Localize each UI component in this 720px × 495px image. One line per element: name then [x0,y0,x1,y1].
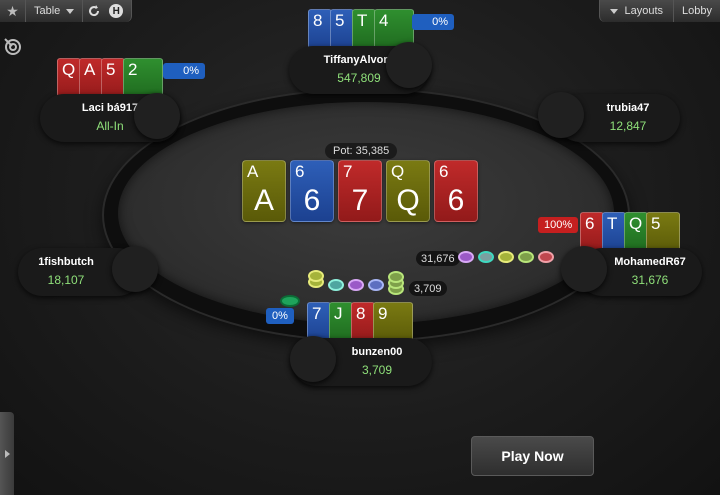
card-rank: 6 [295,162,305,181]
chip [478,251,494,263]
equity-badge: 0% [163,63,205,79]
board-card: Q Q [386,160,430,222]
card-rank-large: A [253,184,274,217]
card-rank: 4 [379,11,389,30]
hole-card: 5 [330,9,354,51]
pot-display: Pot: 35,385 [325,143,398,159]
card-rank: T [607,214,618,233]
lobby-button[interactable]: Lobby [674,5,720,17]
target-icon[interactable] [4,38,22,56]
dealer-button [280,295,300,307]
chip [328,279,344,291]
bet-amount: 3,709 [409,281,447,296]
chevron-down-icon [610,8,619,14]
play-now-button[interactable]: Play Now [471,436,594,476]
card-rank: 2 [128,60,138,79]
card-rank: A [84,60,96,79]
equity-badge: 0% [266,308,294,324]
chip [518,251,534,263]
chevron-right-icon [4,449,10,458]
side-panel-toggle[interactable] [0,412,14,495]
card-rank: 6 [585,214,595,233]
layout-toolbar: Layouts Lobby [599,0,720,22]
board-card: 6 6 [290,160,334,222]
chip [538,251,554,263]
card-rank: J [334,304,343,323]
hole-card: T [352,9,376,51]
hole-card: 8 [308,9,332,51]
board-card: 6 6 [434,160,478,222]
avatar [112,246,158,292]
card-rank: 5 [335,11,345,30]
table-menu-label: Table [34,5,61,17]
avatar [290,336,336,382]
star-icon[interactable]: ★ [0,0,26,22]
chevron-down-icon [66,8,75,14]
chip [498,251,514,263]
card-rank: 7 [312,304,322,323]
card-rank: 5 [106,60,116,79]
bet-amount: 31,676 [416,251,460,266]
layouts-label: Layouts [624,5,664,17]
chip [308,270,324,282]
table-toolbar: ★ Table H [0,0,132,22]
chip [348,279,364,291]
chip [368,279,384,291]
pot-value: 35,385 [355,145,390,157]
help-icon-letter: H [109,4,124,18]
card-rank: 6 [439,162,449,181]
board-card: A A [242,160,286,222]
layouts-menu-button[interactable]: Layouts [600,0,675,22]
refresh-icon[interactable] [83,0,105,22]
board-card: 7 7 [338,160,382,222]
card-rank-large: 7 [351,184,369,217]
avatar [538,92,584,138]
pot-label: Pot: [333,145,353,157]
card-rank-large: Q [396,184,420,217]
card-rank-large: 6 [447,184,465,217]
table-menu-button[interactable]: Table [26,0,84,22]
card-rank: 5 [651,214,661,233]
card-rank: 7 [343,162,353,181]
card-rank: Q [391,162,405,181]
card-rank: A [247,162,259,181]
card-rank: 8 [356,304,366,323]
card-rank: 8 [313,11,323,30]
card-rank: Q [62,60,76,79]
help-icon[interactable]: H [105,0,127,22]
card-rank: T [357,11,368,30]
avatar [561,246,607,292]
avatar [386,42,432,88]
card-rank-large: 6 [303,184,321,217]
avatar [134,93,180,139]
card-rank: 9 [378,304,388,323]
chip [388,271,404,283]
equity-badge: 0% [412,14,454,30]
card-rank: Q [629,214,643,233]
equity-badge: 100% [538,217,579,233]
chip [458,251,474,263]
